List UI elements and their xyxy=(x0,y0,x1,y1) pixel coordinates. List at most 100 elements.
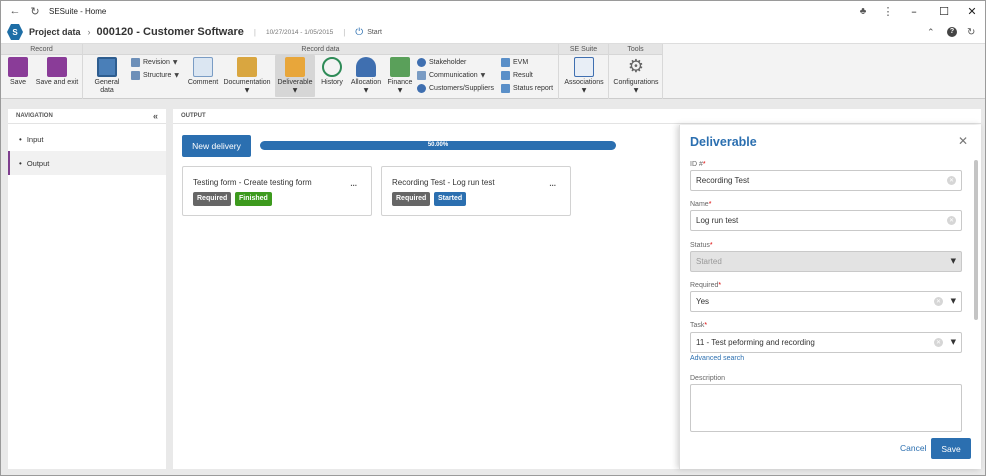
clear-icon[interactable]: ✕ xyxy=(934,338,943,347)
chevron-down-icon: ▼ xyxy=(950,257,956,265)
cancel-button[interactable]: Cancel xyxy=(900,443,926,453)
gear-icon: ⚙ xyxy=(627,56,645,77)
clear-icon[interactable]: ✕ xyxy=(947,216,956,225)
evm-label: EVM xyxy=(513,59,529,66)
nav-item-input[interactable]: • Input xyxy=(8,127,166,151)
nav-item-label: Input xyxy=(26,134,44,144)
id-input[interactable]: Recording Test ✕ xyxy=(690,170,962,191)
chevron-down-icon[interactable]: ▼ xyxy=(951,333,956,352)
structure-button[interactable]: Structure ▼ xyxy=(131,70,179,81)
advanced-search-link[interactable]: Advanced search xyxy=(690,355,744,362)
record-dates: 10/27/2014 - 1/05/2015 xyxy=(265,28,334,36)
deliverable-card[interactable]: Recording Test - Log run test ... Requir… xyxy=(381,166,571,216)
finance-button[interactable]: Finance ▼ xyxy=(385,57,415,95)
comment-button[interactable]: Comment xyxy=(187,57,219,87)
collapse-panel-icon[interactable]: « xyxy=(153,109,158,124)
allocation-button[interactable]: Allocation ▼ xyxy=(349,57,383,95)
more-options-button[interactable]: ... xyxy=(350,179,357,188)
configurations-button[interactable]: ⚙ Configurations ▼ xyxy=(612,57,660,95)
communication-label: Communication xyxy=(429,72,478,79)
navigation-title: NAVIGATION xyxy=(16,113,53,119)
chevron-right-icon: › xyxy=(87,27,91,37)
stakeholder-button[interactable]: Stakeholder xyxy=(417,57,466,68)
reload-icon[interactable]: ↻ xyxy=(967,27,975,38)
clear-icon[interactable]: ✕ xyxy=(947,176,956,185)
deliverable-card[interactable]: Testing form - Create testing form ... R… xyxy=(182,166,372,216)
customers-suppliers-button[interactable]: Customers/Suppliers xyxy=(417,83,494,94)
customers-suppliers-label: Customers/Suppliers xyxy=(429,85,494,92)
ribbon-group-record: Record Save Save and exit xyxy=(1,44,83,99)
record-header: S Project data › 000120 - Customer Softw… xyxy=(1,21,985,44)
title-bar: ← ↻ SESuite - Home ♣ ⋮ – ☐ ✕ xyxy=(1,1,985,21)
extension-icon[interactable]: ♣ xyxy=(855,3,871,19)
clear-icon[interactable]: ✕ xyxy=(934,297,943,306)
minimize-button[interactable]: – xyxy=(899,1,929,21)
ribbon-group-tools: Tools ⚙ Configurations ▼ xyxy=(609,44,663,99)
associations-icon xyxy=(574,57,594,77)
required-select[interactable]: Yes ✕ ▼ xyxy=(690,291,962,312)
close-icon[interactable]: ✕ xyxy=(958,134,968,148)
task-select[interactable]: 11 - Test peforming and recording ✕ ▼ xyxy=(690,332,962,353)
maximize-button[interactable]: ☐ xyxy=(929,1,959,21)
communication-button[interactable]: Communication ▼ xyxy=(417,70,485,81)
revision-button[interactable]: Revision ▼ xyxy=(131,57,177,68)
deliverable-button[interactable]: Deliverable ▼ xyxy=(275,55,315,97)
ribbon-group-label: SE Suite xyxy=(559,44,608,55)
finance-label: Finance xyxy=(387,79,413,86)
nav-item-output[interactable]: • Output xyxy=(8,151,166,175)
section-title: Project data xyxy=(29,27,81,37)
general-data-icon xyxy=(97,57,117,77)
stakeholder-icon xyxy=(417,58,426,67)
status-select: Started ▼ xyxy=(690,251,962,272)
power-icon: ⏻ xyxy=(355,26,364,38)
users-icon xyxy=(356,57,376,77)
associations-button[interactable]: Associations ▼ xyxy=(563,57,605,95)
menu-dots-icon[interactable]: ⋮ xyxy=(880,3,896,19)
required-value: Yes xyxy=(696,297,710,306)
refresh-icon[interactable]: ↻ xyxy=(27,3,43,19)
save-exit-button[interactable]: Save and exit xyxy=(35,57,79,87)
structure-icon xyxy=(131,71,140,80)
chevron-down-icon: ▼ xyxy=(172,59,178,66)
new-delivery-button[interactable]: New delivery xyxy=(182,135,251,157)
evm-button[interactable]: EVM xyxy=(501,57,528,68)
chevron-down-icon: ▼ xyxy=(397,87,403,94)
description-textarea[interactable] xyxy=(690,384,962,432)
nav-item-label: Output xyxy=(26,158,50,168)
ribbon-toolbar: Record Save Save and exit Record data Ge… xyxy=(1,44,985,99)
name-value: Log run test xyxy=(696,216,739,225)
required-badge: Required xyxy=(193,192,232,206)
documentation-label: Documentation xyxy=(223,79,271,86)
save-icon xyxy=(8,57,28,77)
revision-icon xyxy=(131,58,140,67)
status-report-button[interactable]: Status report xyxy=(501,83,553,94)
close-window-button[interactable]: ✕ xyxy=(957,1,985,21)
save-toolbar-button[interactable]: Save xyxy=(5,57,31,87)
general-data-button[interactable]: General data xyxy=(87,57,127,95)
save-button[interactable]: Save xyxy=(931,438,971,459)
progress-bar: 50.00% xyxy=(260,141,616,150)
back-arrow-icon[interactable]: ← xyxy=(7,3,23,19)
deliverable-icon xyxy=(285,57,305,77)
evm-icon xyxy=(501,58,510,67)
name-label: Name* xyxy=(690,201,712,208)
status-badge-finished: Finished xyxy=(235,192,272,206)
history-label: History xyxy=(321,79,343,86)
history-button[interactable]: History xyxy=(319,57,345,87)
drawer-scrollbar[interactable] xyxy=(974,160,978,320)
status-report-label: Status report xyxy=(513,85,554,92)
result-button[interactable]: Result xyxy=(501,70,533,81)
communication-icon xyxy=(417,71,426,80)
status-badge-started: Started xyxy=(434,192,467,206)
chevron-down-icon[interactable]: ▼ xyxy=(951,292,956,311)
help-icon[interactable]: ? xyxy=(947,27,957,37)
output-header: OUTPUT xyxy=(173,109,981,124)
more-options-button[interactable]: ... xyxy=(549,179,556,188)
collapse-header-icon[interactable]: ⌃ xyxy=(927,27,935,38)
name-input[interactable]: Log run test ✕ xyxy=(690,210,962,231)
chevron-down-icon: ▼ xyxy=(244,87,250,94)
drawer-title: Deliverable xyxy=(690,135,757,149)
description-label: Description xyxy=(690,375,726,382)
documentation-button[interactable]: Documentation ▼ xyxy=(223,57,271,95)
result-icon xyxy=(501,71,510,80)
